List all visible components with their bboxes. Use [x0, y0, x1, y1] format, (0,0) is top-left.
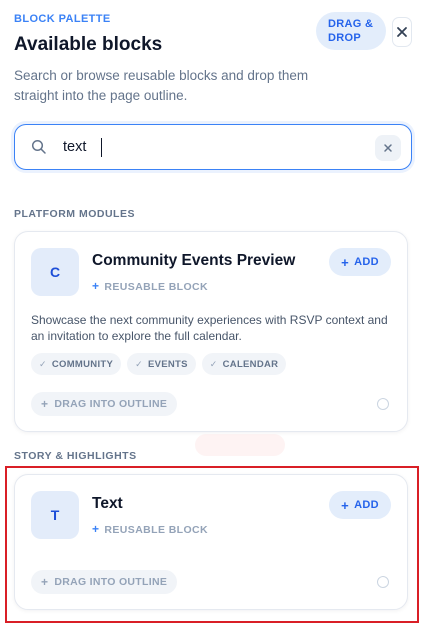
tag-label: EVENTS [147, 358, 188, 370]
add-button-label: ADD [354, 256, 379, 268]
add-block-button[interactable]: + ADD [329, 248, 391, 276]
tag-label: COMMUNITY [51, 358, 114, 370]
select-radio[interactable] [377, 398, 389, 410]
drop-placeholder [195, 434, 285, 456]
mode-pill-line2: DROP [328, 32, 361, 44]
clear-icon [384, 144, 392, 152]
check-icon: ✓ [135, 358, 143, 369]
section-label-story-highlights: STORY & HIGHLIGHTS [14, 450, 137, 462]
plus-icon: + [341, 254, 350, 270]
check-icon: ✓ [39, 358, 47, 369]
section-label-platform-modules: PLATFORM MODULES [14, 208, 135, 220]
plus-icon: + [92, 279, 100, 293]
drag-and-drop-mode-pill[interactable]: DRAG & DROP [316, 12, 386, 50]
block-tags: ✓ COMMUNITY ✓ EVENTS ✓ CALENDAR [31, 353, 287, 375]
search-input[interactable]: text [14, 124, 412, 170]
tag-label: CALENDAR [222, 358, 279, 370]
check-icon: ✓ [209, 358, 218, 369]
panel-title: Available blocks [14, 34, 163, 55]
close-button[interactable] [392, 17, 412, 47]
panel-eyebrow: BLOCK PALETTE [14, 13, 111, 25]
plus-icon: + [41, 397, 49, 411]
tag-chip: ✓ CALENDAR [201, 353, 287, 375]
drag-into-outline-button[interactable]: + DRAG INTO OUTLINE [31, 392, 178, 416]
mode-pill-line1: DRAG & [328, 18, 374, 30]
block-avatar: C [31, 248, 79, 296]
block-card-community-events-preview[interactable]: C Community Events Preview + REUSABLE BLO… [14, 231, 408, 432]
tag-chip: ✓ EVENTS [127, 353, 196, 375]
panel-description: Search or browse reusable blocks and dro… [14, 68, 309, 103]
close-icon [397, 27, 407, 37]
block-type-label: + REUSABLE BLOCK [92, 279, 208, 293]
search-icon [31, 139, 46, 154]
block-title: Community Events Preview [92, 252, 296, 269]
tag-chip: ✓ COMMUNITY [31, 353, 122, 375]
block-type-text: REUSABLE BLOCK [104, 281, 209, 293]
search-value: text [63, 139, 87, 155]
clear-search-button[interactable] [375, 135, 401, 161]
drag-label: DRAG INTO OUTLINE [54, 398, 168, 410]
text-caret [101, 138, 102, 157]
selection-highlight-frame [5, 466, 419, 623]
block-description: Showcase the next community experiences … [31, 313, 388, 343]
